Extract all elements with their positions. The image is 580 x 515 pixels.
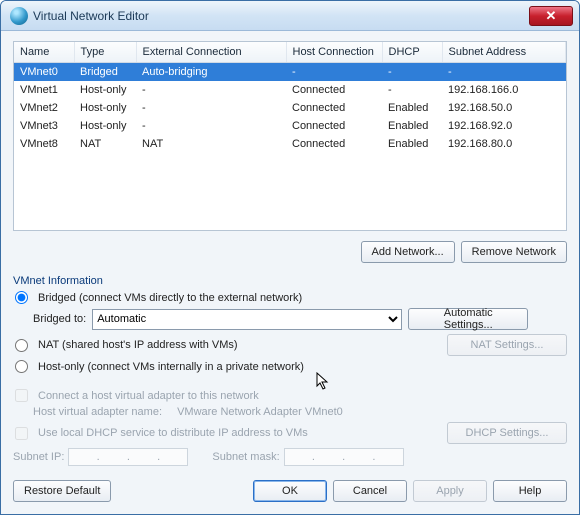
bridged-label: Bridged (connect VMs directly to the ext… <box>38 292 302 304</box>
cell-name: VMnet8 <box>14 135 74 153</box>
cell-dhcp: - <box>382 63 442 82</box>
cell-subnet: 192.168.92.0 <box>442 117 566 135</box>
cell-type: Bridged <box>74 63 136 82</box>
dhcp-check[interactable] <box>15 427 28 440</box>
close-button[interactable]: ✕ <box>529 6 573 26</box>
nat-settings-button[interactable]: NAT Settings... <box>447 334 567 356</box>
cell-dhcp: Enabled <box>382 117 442 135</box>
cell-subnet: - <box>442 63 566 82</box>
hostonly-label: Host-only (connect VMs internally in a p… <box>38 361 304 373</box>
ok-button[interactable]: OK <box>253 480 327 502</box>
titlebar: Virtual Network Editor ✕ <box>1 1 579 31</box>
bridged-radio[interactable] <box>15 291 28 304</box>
cell-host: - <box>286 63 382 82</box>
cell-ext: - <box>136 99 286 117</box>
subnet-ip-field: ... <box>68 448 188 466</box>
cancel-button[interactable]: Cancel <box>333 480 407 502</box>
cell-subnet: 192.168.166.0 <box>442 81 566 99</box>
table-row[interactable]: VMnet3Host-only-ConnectedEnabled192.168.… <box>14 117 566 135</box>
table-row[interactable]: VMnet8NATNATConnectedEnabled192.168.80.0 <box>14 135 566 153</box>
remove-network-button[interactable]: Remove Network <box>461 241 567 263</box>
cell-name: VMnet0 <box>14 63 74 82</box>
cell-ext: - <box>136 81 286 99</box>
dhcp-settings-button[interactable]: DHCP Settings... <box>447 422 567 444</box>
bridged-to-label: Bridged to: <box>33 313 86 325</box>
col-subnet[interactable]: Subnet Address <box>442 42 566 63</box>
col-host[interactable]: Host Connection <box>286 42 382 63</box>
col-name[interactable]: Name <box>14 42 74 63</box>
cell-name: VMnet3 <box>14 117 74 135</box>
apply-button[interactable]: Apply <box>413 480 487 502</box>
cell-name: VMnet1 <box>14 81 74 99</box>
table-row[interactable]: VMnet0BridgedAuto-bridging--- <box>14 63 566 82</box>
subnet-ip-label: Subnet IP: <box>13 451 64 463</box>
cell-dhcp: Enabled <box>382 135 442 153</box>
nat-label: NAT (shared host's IP address with VMs) <box>38 339 238 351</box>
subnet-mask-label: Subnet mask: <box>212 451 279 463</box>
cell-ext: NAT <box>136 135 286 153</box>
cell-ext: Auto-bridging <box>136 63 286 82</box>
cell-type: Host-only <box>74 117 136 135</box>
automatic-settings-button[interactable]: Automatic Settings... <box>408 308 528 330</box>
host-adapter-name-value: VMware Network Adapter VMnet0 <box>177 406 343 418</box>
cell-type: NAT <box>74 135 136 153</box>
cell-host: Connected <box>286 135 382 153</box>
subnet-mask-field: ... <box>284 448 404 466</box>
cell-type: Host-only <box>74 99 136 117</box>
col-dhcp[interactable]: DHCP <box>382 42 442 63</box>
connect-adapter-label: Connect a host virtual adapter to this n… <box>38 390 259 402</box>
col-external[interactable]: External Connection <box>136 42 286 63</box>
vmnet-info-title: VMnet Information <box>13 275 567 287</box>
cell-subnet: 192.168.80.0 <box>442 135 566 153</box>
add-network-button[interactable]: Add Network... <box>361 241 455 263</box>
cell-name: VMnet2 <box>14 99 74 117</box>
bridged-to-select[interactable]: Automatic <box>92 309 402 330</box>
close-icon: ✕ <box>546 8 557 24</box>
window-title: Virtual Network Editor <box>33 9 529 23</box>
help-button[interactable]: Help <box>493 480 567 502</box>
restore-default-button[interactable]: Restore Default <box>13 480 111 502</box>
dhcp-label: Use local DHCP service to distribute IP … <box>38 427 308 439</box>
cell-ext: - <box>136 117 286 135</box>
cell-dhcp: Enabled <box>382 99 442 117</box>
table-row[interactable]: VMnet2Host-only-ConnectedEnabled192.168.… <box>14 99 566 117</box>
cell-host: Connected <box>286 117 382 135</box>
cell-dhcp: - <box>382 81 442 99</box>
nat-radio[interactable] <box>15 339 28 352</box>
cell-type: Host-only <box>74 81 136 99</box>
cell-host: Connected <box>286 99 382 117</box>
table-row[interactable]: VMnet1Host-only-Connected-192.168.166.0 <box>14 81 566 99</box>
cell-host: Connected <box>286 81 382 99</box>
connect-adapter-check[interactable] <box>15 389 28 402</box>
app-icon <box>10 7 28 25</box>
hostonly-radio[interactable] <box>15 360 28 373</box>
host-adapter-name-label: Host virtual adapter name: <box>33 406 162 418</box>
cell-subnet: 192.168.50.0 <box>442 99 566 117</box>
network-table[interactable]: Name Type External Connection Host Conne… <box>13 41 567 231</box>
col-type[interactable]: Type <box>74 42 136 63</box>
